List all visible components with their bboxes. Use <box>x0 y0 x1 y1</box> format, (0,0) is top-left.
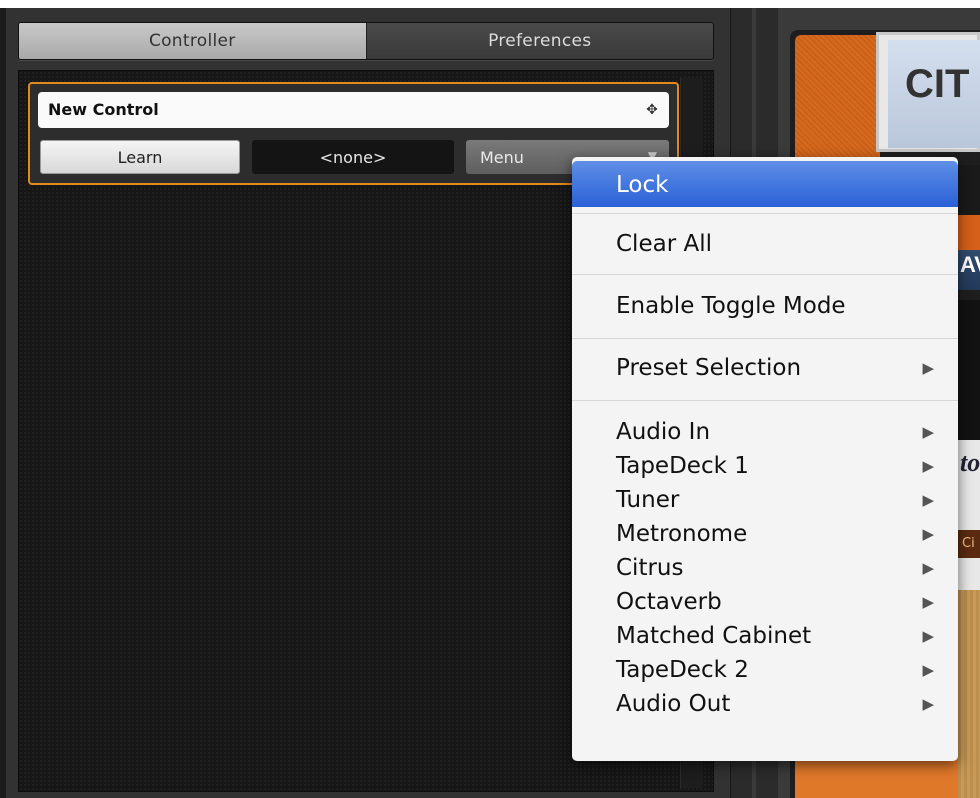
menu-item-label: TapeDeck 2 <box>616 657 749 683</box>
submenu-arrow-icon: ▶ <box>922 559 934 577</box>
control-name-text: New Control <box>48 100 159 119</box>
menu-item-label: Octaverb <box>616 589 722 615</box>
menu-separator <box>572 213 958 214</box>
menu-item-octaverb[interactable]: Octaverb ▶ <box>572 585 958 619</box>
menu-item-label: Citrus <box>616 555 684 581</box>
menu-item-preset-selection[interactable]: Preset Selection ▶ <box>572 351 958 385</box>
panel-tabs: Controller Preferences <box>18 22 714 60</box>
submenu-arrow-icon: ▶ <box>922 525 934 543</box>
menu-item-label: Audio Out <box>616 691 731 717</box>
move-handle-icon[interactable]: ✥ <box>643 101 661 119</box>
rack-row-label: to <box>960 448 980 477</box>
tab-controller[interactable]: Controller <box>19 23 367 59</box>
rack-row-label: Ci <box>958 530 980 558</box>
menu-separator <box>572 274 958 275</box>
app-window: Controller Preferences New Control ✥ Lea… <box>0 0 980 798</box>
learn-button[interactable]: Learn <box>40 140 240 174</box>
menu-item-label: Enable Toggle Mode <box>616 293 846 319</box>
submenu-arrow-icon: ▶ <box>922 423 934 441</box>
rack-row <box>958 300 980 440</box>
menu-item-clear-all[interactable]: Clear All <box>572 227 958 261</box>
submenu-arrow-icon: ▶ <box>922 661 934 679</box>
submenu-arrow-icon: ▶ <box>922 593 934 611</box>
assignment-field: <none> <box>252 140 454 174</box>
control-name-field[interactable]: New Control ✥ <box>38 92 669 128</box>
menu-item-metronome[interactable]: Metronome ▶ <box>572 517 958 551</box>
menu-item-tapedeck-1[interactable]: TapeDeck 1 ▶ <box>572 449 958 483</box>
menu-item-label: Audio In <box>616 419 711 445</box>
submenu-arrow-icon: ▶ <box>922 359 934 377</box>
rack-cabinet-grille <box>958 590 980 798</box>
submenu-arrow-icon: ▶ <box>922 457 934 475</box>
menu-button-label: Menu <box>480 147 524 167</box>
menu-item-label: Preset Selection <box>616 355 802 381</box>
menu-item-label: Tuner <box>616 487 680 513</box>
menu-item-tuner[interactable]: Tuner ▶ <box>572 483 958 517</box>
menu-item-lock[interactable]: Lock <box>572 161 958 207</box>
submenu-arrow-icon: ▶ <box>922 627 934 645</box>
window-top-edge <box>0 0 980 8</box>
menu-item-tapedeck-2[interactable]: TapeDeck 2 ▶ <box>572 653 958 687</box>
menu-item-label: Metronome <box>616 521 748 547</box>
submenu-arrow-icon: ▶ <box>922 695 934 713</box>
amp-title: CIT <box>905 62 970 106</box>
menu-item-audio-out[interactable]: Audio Out ▶ <box>572 687 958 721</box>
rack-row <box>958 215 980 250</box>
context-menu: Lock Clear All Enable Toggle Mode Preset … <box>572 157 958 761</box>
amp-orange-tolex <box>795 35 880 160</box>
menu-item-audio-in[interactable]: Audio In ▶ <box>572 415 958 449</box>
rack-row <box>958 165 980 215</box>
tab-preferences[interactable]: Preferences <box>366 23 713 59</box>
menu-item-label: Matched Cabinet <box>616 623 812 649</box>
menu-item-matched-cabinet[interactable]: Matched Cabinet ▶ <box>572 619 958 653</box>
menu-separator <box>572 400 958 401</box>
menu-item-citrus[interactable]: Citrus ▶ <box>572 551 958 585</box>
menu-item-label: TapeDeck 1 <box>616 453 749 479</box>
menu-separator <box>572 338 958 339</box>
menu-item-enable-toggle-mode[interactable]: Enable Toggle Mode <box>572 289 958 323</box>
rack-row-label: AV <box>960 252 980 277</box>
submenu-arrow-icon: ▶ <box>922 491 934 509</box>
